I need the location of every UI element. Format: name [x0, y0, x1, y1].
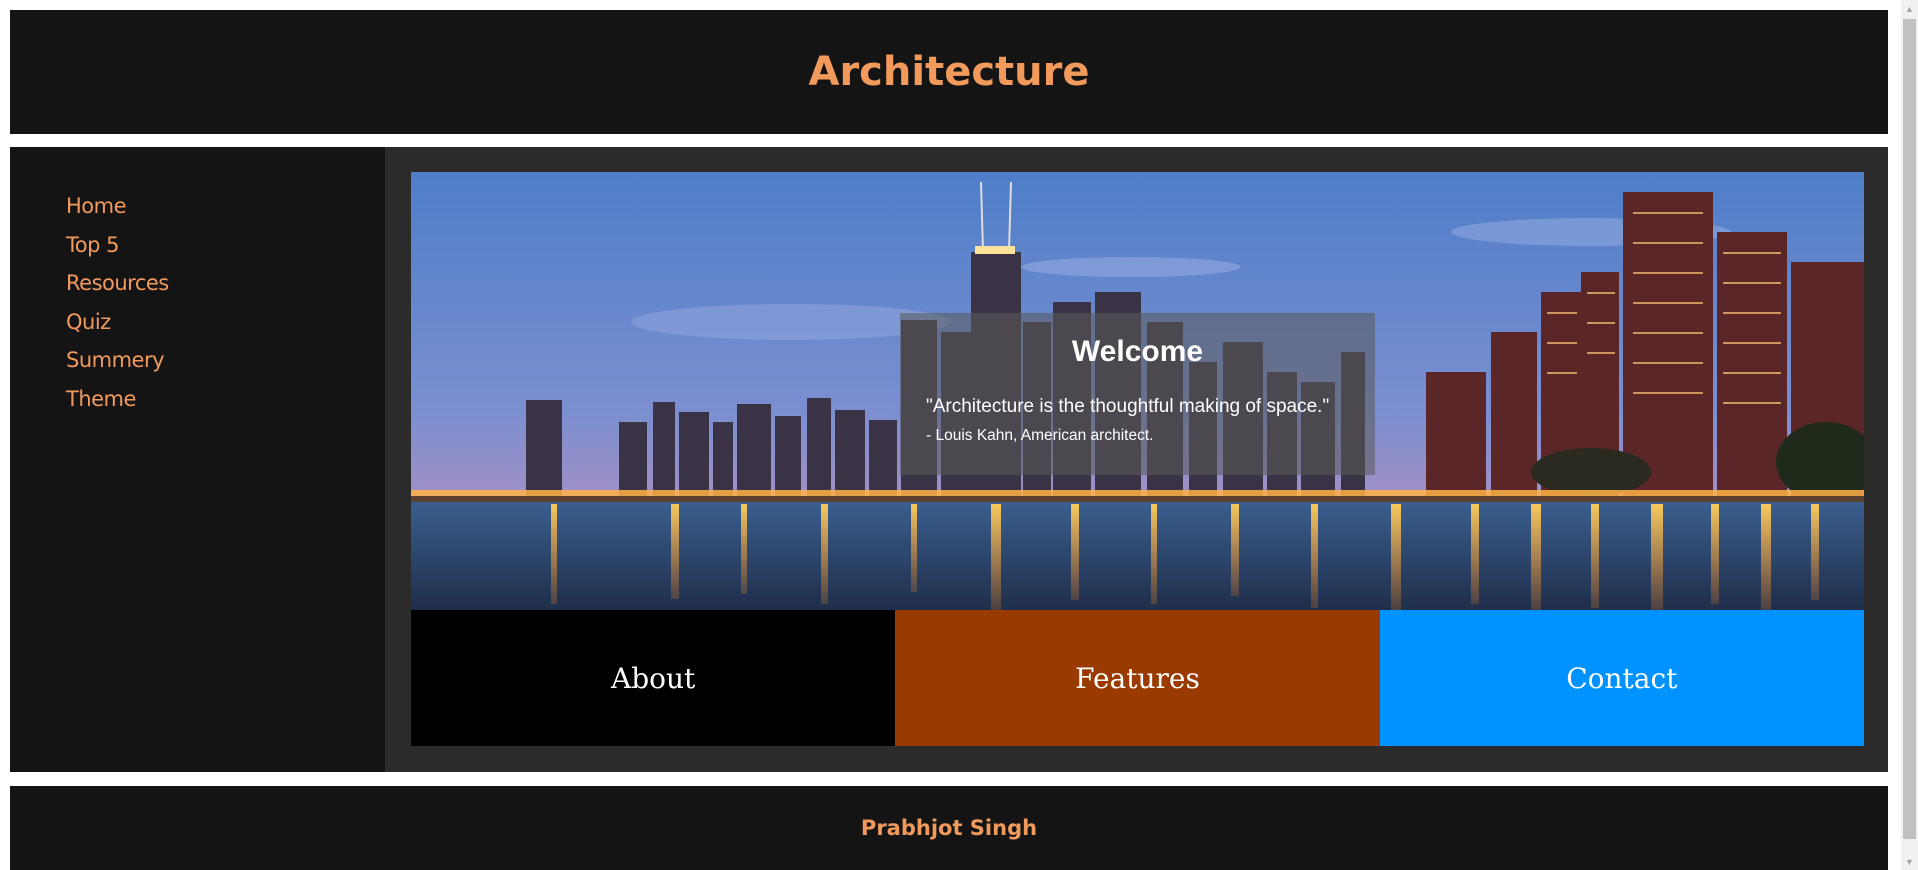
- contact-tile[interactable]: Contact: [1379, 610, 1864, 746]
- nav-link-quiz[interactable]: Quiz: [66, 310, 111, 334]
- tiles-row: About Features Contact: [411, 610, 1864, 746]
- quote-text: "Architecture is the thoughtful making o…: [926, 396, 1330, 417]
- hero-banner: Welcome "Architecture is the thoughtful …: [411, 172, 1864, 610]
- site-title: Architecture: [808, 49, 1090, 95]
- nav-link-top5[interactable]: Top 5: [66, 233, 119, 257]
- sidebar-item-resources: Resources: [66, 271, 169, 310]
- sidebar-item-summery: Summery: [66, 348, 169, 387]
- scroll-up-arrow-icon[interactable]: ▲: [1901, 0, 1918, 17]
- sidebar-item-top5: Top 5: [66, 233, 169, 272]
- sidebar-nav: Home Top 5 Resources Quiz Summery Theme: [66, 194, 169, 425]
- quote-author: - Louis Kahn, American architect.: [926, 427, 1154, 444]
- content-area: Welcome "Architecture is the thoughtful …: [385, 147, 1888, 772]
- nav-link-resources[interactable]: Resources: [66, 271, 169, 295]
- site-footer: Prabhjot Singh: [10, 786, 1888, 870]
- nav-link-summery[interactable]: Summery: [66, 348, 165, 372]
- sidebar-item-quiz: Quiz: [66, 310, 169, 349]
- about-tile[interactable]: About: [411, 610, 896, 746]
- features-tile[interactable]: Features: [895, 610, 1380, 746]
- sidebar-item-theme: Theme: [66, 387, 169, 426]
- welcome-overlay: Welcome "Architecture is the thoughtful …: [900, 313, 1375, 475]
- nav-link-home[interactable]: Home: [66, 194, 127, 218]
- nav-link-theme[interactable]: Theme: [66, 387, 136, 411]
- footer-author-name: Prabhjot Singh: [860, 816, 1038, 840]
- vertical-scrollbar[interactable]: ▲ ▼: [1901, 0, 1918, 870]
- scroll-thumb[interactable]: [1903, 19, 1916, 839]
- page: Architecture Home Top 5 Resources Quiz S…: [0, 0, 1898, 870]
- welcome-title: Welcome: [1071, 335, 1204, 368]
- sidebar: Home Top 5 Resources Quiz Summery Theme: [10, 147, 385, 772]
- sidebar-item-home: Home: [66, 194, 169, 233]
- scroll-down-arrow-icon[interactable]: ▼: [1901, 853, 1918, 870]
- main-section: Home Top 5 Resources Quiz Summery Theme: [10, 147, 1888, 772]
- site-header: Architecture: [10, 10, 1888, 134]
